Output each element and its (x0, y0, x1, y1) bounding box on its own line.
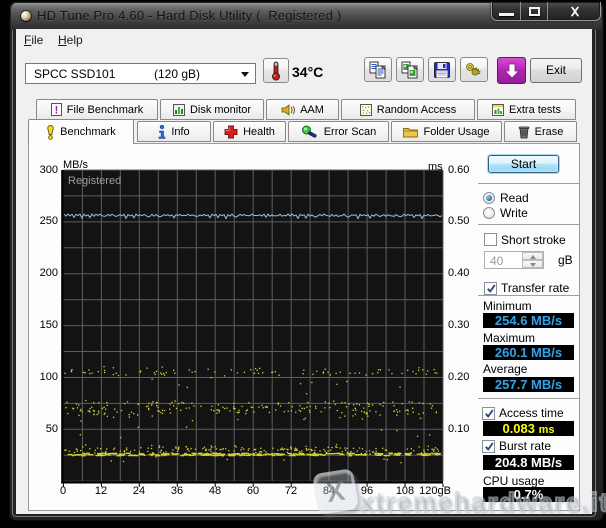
svg-text:!: ! (54, 105, 58, 117)
